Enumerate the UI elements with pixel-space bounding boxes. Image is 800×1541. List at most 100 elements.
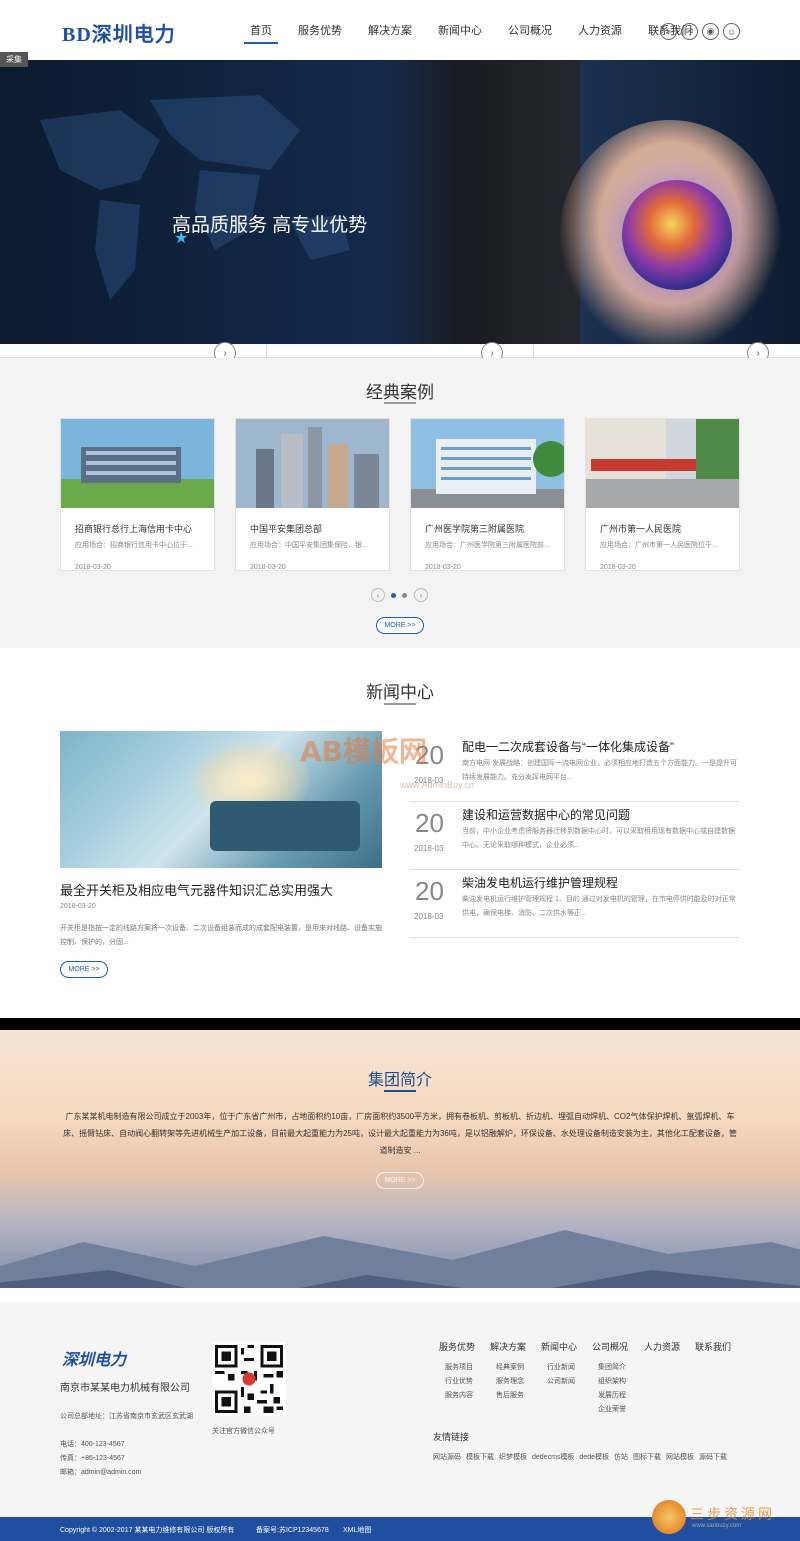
case-name: 广州医学院第三附属医院 [425,524,525,534]
news-item-title[interactable]: 柴油发电机运行维护管理规程 [462,874,618,891]
friend-link[interactable]: 图标下载 [633,1452,661,1462]
footer-link[interactable]: 集团简介 [598,1361,628,1375]
nav-solutions[interactable]: 解决方案 [368,22,412,44]
friend-link[interactable]: 网站源码 [433,1452,461,1462]
nav-news[interactable]: 新闻中心 [438,22,482,44]
news-item[interactable]: 20 2018-03 配电一二次成套设备与“一体化集成设备” 南方电网 发展战略… [410,736,740,802]
case-date: 2018-03-20 [600,564,636,571]
footer-link[interactable]: 售后服务 [496,1389,526,1403]
friend-link[interactable]: 网站模板 [666,1452,694,1462]
case-date: 2018-03-20 [75,564,111,571]
machine-graphic [210,801,360,851]
about-more-button[interactable]: MORE >> [376,1172,424,1189]
case-image [411,419,569,508]
case-name: 中国平安集团总部 [250,524,323,534]
news-day: 20 [415,876,444,906]
nav-service-advantages[interactable]: 服务优势 [298,22,342,44]
footer-col-title[interactable]: 公司概况 [592,1340,628,1353]
news-more-button[interactable]: MORE >> [60,961,108,978]
case-card[interactable]: 广州市第一人民医院 应用场合：广州市第一人民医院位于... 2018-03-20 [585,418,740,571]
main-nav: 首页 服务优势 解决方案 新闻中心 公司概况 人力资源 联系我们 [244,22,718,44]
case-desc: 应用场合：中国平安集团集保险、银... [250,542,368,549]
cases-section: 经典案例 招商银行总行上海信用卡中心 应用场合：招商银行信用卡中心位于... 2… [0,358,800,648]
badge-logo-icon [652,1500,686,1534]
friend-link[interactable]: dede模板 [579,1452,609,1462]
site-header: BD深圳电力 首页 服务优势 解决方案 新闻中心 公司概况 人力资源 联系我们 … [0,0,800,60]
friend-link[interactable]: 织梦模板 [499,1452,527,1462]
case-date: 2018-03-20 [425,564,461,571]
cases-more-button[interactable]: MORE >> [376,617,424,634]
watermark-text: AB模板网 [300,735,428,768]
site-footer: 深圳电力 南京市某某电力机械有限公司 公司总部地址：江苏省南京市玄武区玄武湖 电… [0,1302,800,1517]
footer-link[interactable]: 经典案例 [496,1361,526,1375]
footer-link[interactable]: 行业新闻 [547,1361,577,1375]
sitemap-link[interactable]: XML地图 [343,1525,371,1535]
city-globe-graphic [622,180,732,290]
news-section: 新闻中心 最全开关柜及相应电气元器件知识汇总实用强大 2018-03-20 开关… [0,648,800,1018]
footer-company: 南京市某某电力机械有限公司 [60,1383,190,1394]
footer-link[interactable]: 企业荣誉 [598,1403,628,1417]
friend-links: 网站源码 模板下载 织梦模板 dedecms模板 dede模板 仿站 图标下载 … [433,1452,732,1462]
friend-link[interactable]: dedecms模板 [532,1452,574,1462]
site-logo[interactable]: BD深圳电力 [62,18,176,47]
news-item-desc: 当前，中小企业考虑将服务器迁移到数据中心时，可以采取租用现有数据中心或自建数据中… [462,828,735,849]
cases-pager: ‹ › [371,588,428,602]
footer-col-title[interactable]: 服务优势 [439,1340,475,1353]
footer-link[interactable]: 组织架构 [598,1375,628,1389]
footer-col-service: 服务优势 服务项目 行业优势 服务内容 [439,1340,475,1403]
search-icon[interactable]: ⌕ [660,23,677,40]
suit-figure [380,60,580,344]
footer-link[interactable]: 服务理念 [496,1375,526,1389]
icp-text[interactable]: 备案号:苏ICP12345678 [256,1525,329,1535]
footer-link[interactable]: 服务内容 [445,1389,475,1403]
news-month: 2018-03 [414,844,444,853]
qq-icon[interactable]: ☺ [723,23,740,40]
footer-link[interactable]: 服务项目 [445,1361,475,1375]
weibo-icon[interactable]: ◉ [702,23,719,40]
next-icon[interactable]: › [414,588,428,602]
wechat-qr-code [212,1342,286,1416]
case-card[interactable]: 招商银行总行上海信用卡中心 应用场合：招商银行信用卡中心位于... 2018-0… [60,418,215,571]
footer-link[interactable]: 行业优势 [445,1375,475,1389]
case-card[interactable]: 中国平安集团总部 应用场合：中国平安集团集保险、银... 2018-03-20 [235,418,390,571]
nav-hr[interactable]: 人力资源 [578,22,622,44]
pager-dot-active[interactable] [391,592,396,598]
news-title: 新闻中心 [366,683,434,702]
case-desc: 应用场合：招商银行信用卡中心位于... [75,542,193,549]
footer-logo[interactable]: 深圳电力 [62,1346,126,1370]
news-item[interactable]: 20 2018-03 柴油发电机运行维护管理规程 柴油发电机运行维护管理规程 1… [410,872,740,938]
footer-link[interactable]: 发展历程 [598,1389,628,1403]
footer-col-title[interactable]: 联系我们 [695,1340,731,1353]
news-item-desc: 南方电网 发展战略：创建国际一流电网企业，必须相应地打造五个方面能力。一是提升可… [462,760,737,781]
case-card[interactable]: 广州医学院第三附属医院 应用场合：广州医学院第三附属医院前... 2018-03… [410,418,569,571]
footer-link[interactable]: 公司新闻 [547,1375,577,1389]
qr-label: 关注官方微信公众号 [212,1428,275,1435]
friend-links-title: 友情链接 [433,1432,470,1442]
nav-home[interactable]: 首页 [244,22,278,44]
news-main-title[interactable]: 最全开关柜及相应电气元器件知识汇总实用强大 [60,880,333,899]
feature-strip: › › › [0,342,800,364]
friend-link[interactable]: 模板下载 [466,1452,494,1462]
footer-col-company: 公司概况 集团简介 组织架构 发展历程 企业荣誉 [592,1340,628,1417]
news-item-title[interactable]: 配电一二次成套设备与“一体化集成设备” [462,738,674,755]
news-main-desc: 开关柜是指按一定的线路方案将一次设备、二次设备组装而成的成套配电装置，是用来对线… [60,925,382,946]
friend-link[interactable]: 仿站 [614,1452,628,1462]
nav-company[interactable]: 公司概况 [508,22,552,44]
footer-col-title[interactable]: 新闻中心 [541,1340,577,1353]
footer-col-news: 新闻中心 行业新闻 公司新闻 [541,1340,577,1389]
footer-col-title[interactable]: 解决方案 [490,1340,526,1353]
pager-dot[interactable] [402,592,407,598]
logo-mark: BD [62,24,92,46]
collect-tag[interactable]: 采集 [0,52,28,67]
case-image [61,419,214,508]
news-item[interactable]: 20 2018-03 建设和运营数据中心的常见问题 当前，中小企业考虑将服务器迁… [410,804,740,870]
wechat-icon[interactable]: ✉ [681,23,698,40]
footer-col-hr: 人力资源 [644,1340,680,1361]
title-underline [384,1090,416,1092]
prev-icon[interactable]: ‹ [371,588,385,602]
news-item-title[interactable]: 建设和运营数据中心的常见问题 [462,806,630,823]
footer-col-title[interactable]: 人力资源 [644,1340,680,1353]
friend-link[interactable]: 源码下载 [699,1452,727,1462]
title-underline [384,703,416,705]
hero-banner[interactable]: 高品质服务 高专业优势 ★ [0,60,800,344]
